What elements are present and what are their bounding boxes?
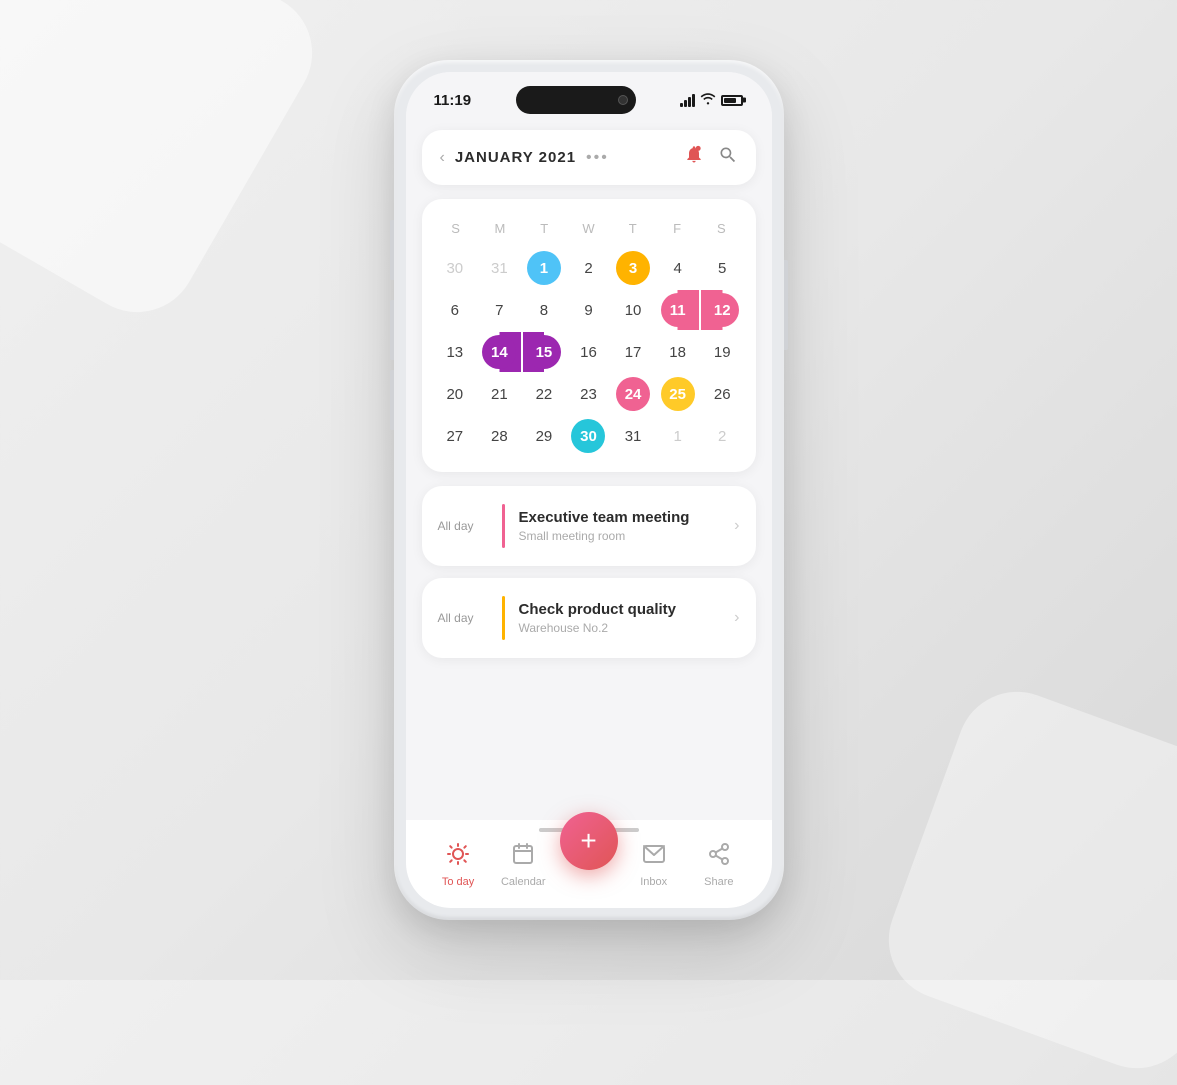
cal-day[interactable]: 8 bbox=[523, 290, 566, 330]
cal-day[interactable]: 21 bbox=[478, 374, 521, 414]
battery-fill bbox=[724, 98, 736, 103]
event-1-location: Small meeting room bbox=[519, 529, 735, 543]
prev-month-button[interactable]: ‹ bbox=[440, 149, 445, 167]
phone-frame: 11:19 bbox=[394, 60, 784, 920]
phone-screen: 11:19 bbox=[406, 72, 772, 908]
scroll-content[interactable]: ‹ JANUARY 2021 ••• bbox=[406, 122, 772, 820]
status-notch bbox=[516, 86, 636, 114]
weekday-mon: M bbox=[478, 217, 522, 240]
weekday-sat: S bbox=[699, 217, 743, 240]
header-right bbox=[684, 144, 738, 171]
cal-day[interactable]: 29 bbox=[523, 416, 566, 456]
weekday-wed: W bbox=[566, 217, 610, 240]
nav-items: To day Calendar + bbox=[406, 842, 772, 888]
today-icon bbox=[446, 842, 470, 872]
status-icons bbox=[680, 92, 743, 108]
cal-day-11[interactable]: 11 bbox=[656, 290, 699, 330]
header-left: ‹ JANUARY 2021 ••• bbox=[440, 149, 609, 167]
cal-day[interactable]: 26 bbox=[701, 374, 744, 414]
signal-bar-1 bbox=[680, 103, 683, 107]
event-1-title: Executive team meeting bbox=[519, 509, 735, 526]
nav-today[interactable]: To day bbox=[428, 842, 488, 888]
month-year-label: JANUARY 2021 bbox=[455, 149, 576, 166]
signal-bar-4 bbox=[692, 94, 695, 107]
header-card: ‹ JANUARY 2021 ••• bbox=[422, 130, 756, 185]
cal-day[interactable]: 13 bbox=[434, 332, 477, 372]
nav-inbox[interactable]: Inbox bbox=[624, 842, 684, 888]
calendar-card: S M T W T F S 30 31 1 2 3 4 5 bbox=[422, 199, 756, 472]
cal-day[interactable]: 16 bbox=[567, 332, 610, 372]
cal-day-25[interactable]: 25 bbox=[656, 374, 699, 414]
cal-day[interactable]: 9 bbox=[567, 290, 610, 330]
cal-day[interactable]: 17 bbox=[612, 332, 655, 372]
weekday-tue: T bbox=[522, 217, 566, 240]
today-label: To day bbox=[442, 876, 474, 888]
cal-day[interactable]: 10 bbox=[612, 290, 655, 330]
cal-day[interactable]: 30 bbox=[434, 248, 477, 288]
event-2-time: All day bbox=[438, 611, 488, 625]
cal-day[interactable]: 19 bbox=[701, 332, 744, 372]
cal-day[interactable]: 18 bbox=[656, 332, 699, 372]
weekday-fri: F bbox=[655, 217, 699, 240]
search-icon[interactable] bbox=[718, 145, 738, 170]
cal-day-14[interactable]: 14 bbox=[478, 332, 521, 372]
calendar-label: Calendar bbox=[501, 876, 546, 888]
cal-day-12[interactable]: 12 bbox=[701, 290, 744, 330]
bottom-nav: To day Calendar + bbox=[406, 820, 772, 908]
cal-day-30[interactable]: 30 bbox=[567, 416, 610, 456]
event-2-divider bbox=[502, 596, 505, 640]
cal-day[interactable]: 1 bbox=[656, 416, 699, 456]
cal-day-24[interactable]: 24 bbox=[612, 374, 655, 414]
event-2-chevron-icon[interactable]: › bbox=[734, 609, 739, 627]
cal-day[interactable]: 5 bbox=[701, 248, 744, 288]
cal-day[interactable]: 27 bbox=[434, 416, 477, 456]
cal-day[interactable]: 23 bbox=[567, 374, 610, 414]
cal-day[interactable]: 22 bbox=[523, 374, 566, 414]
nav-calendar[interactable]: Calendar bbox=[493, 842, 553, 888]
battery-icon bbox=[721, 95, 743, 106]
nav-share[interactable]: Share bbox=[689, 842, 749, 888]
cal-day[interactable]: 6 bbox=[434, 290, 477, 330]
calendar-icon bbox=[511, 842, 535, 872]
cal-day[interactable]: 28 bbox=[478, 416, 521, 456]
inbox-icon bbox=[642, 842, 666, 872]
status-time: 11:19 bbox=[434, 92, 472, 109]
cal-day[interactable]: 31 bbox=[478, 248, 521, 288]
event-2-info: Check product quality Warehouse No.2 bbox=[519, 601, 735, 635]
event-2-title: Check product quality bbox=[519, 601, 735, 618]
cal-day-15[interactable]: 15 bbox=[523, 332, 566, 372]
event-1-chevron-icon[interactable]: › bbox=[734, 517, 739, 535]
signal-bars-icon bbox=[680, 93, 695, 107]
more-options-button[interactable]: ••• bbox=[586, 149, 609, 167]
signal-bar-3 bbox=[688, 97, 691, 107]
event-card-1[interactable]: All day Executive team meeting Small mee… bbox=[422, 486, 756, 566]
inbox-label: Inbox bbox=[640, 876, 667, 888]
calendar-weekdays: S M T W T F S bbox=[434, 217, 744, 240]
cal-day[interactable]: 7 bbox=[478, 290, 521, 330]
camera-dot bbox=[618, 95, 628, 105]
cal-day[interactable]: 2 bbox=[701, 416, 744, 456]
calendar-grid: 30 31 1 2 3 4 5 6 7 8 9 10 11 12 13 bbox=[434, 248, 744, 456]
share-icon bbox=[707, 842, 731, 872]
event-1-divider bbox=[502, 504, 505, 548]
share-label: Share bbox=[704, 876, 733, 888]
cal-day[interactable]: 2 bbox=[567, 248, 610, 288]
wifi-icon bbox=[700, 92, 716, 108]
cal-day-3[interactable]: 3 bbox=[612, 248, 655, 288]
event-1-time: All day bbox=[438, 519, 488, 533]
weekday-sun: S bbox=[434, 217, 478, 240]
status-bar: 11:19 bbox=[406, 72, 772, 122]
add-event-button[interactable]: + bbox=[560, 812, 618, 870]
weekday-thu: T bbox=[611, 217, 655, 240]
cal-day[interactable]: 31 bbox=[612, 416, 655, 456]
cal-day-1[interactable]: 1 bbox=[523, 248, 566, 288]
signal-bar-2 bbox=[684, 100, 687, 107]
event-2-location: Warehouse No.2 bbox=[519, 621, 735, 635]
event-1-info: Executive team meeting Small meeting roo… bbox=[519, 509, 735, 543]
event-card-2[interactable]: All day Check product quality Warehouse … bbox=[422, 578, 756, 658]
notification-bell-icon[interactable] bbox=[684, 144, 704, 171]
cal-day[interactable]: 4 bbox=[656, 248, 699, 288]
cal-day[interactable]: 20 bbox=[434, 374, 477, 414]
